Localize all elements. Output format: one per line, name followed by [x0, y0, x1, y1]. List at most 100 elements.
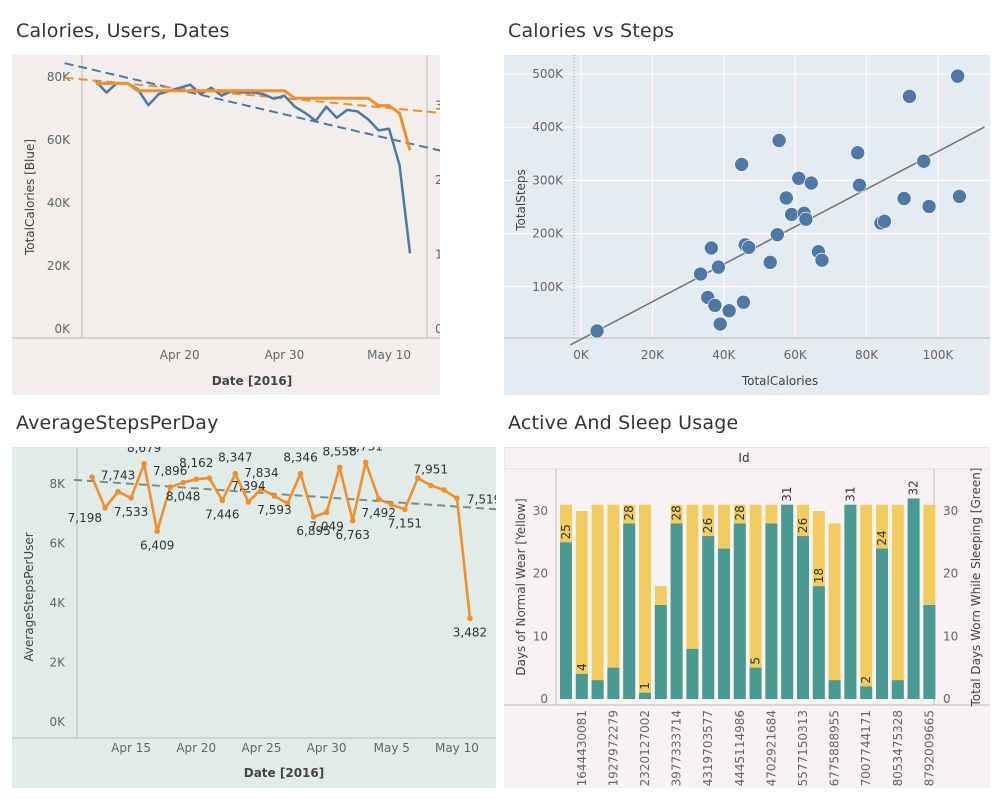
x-tick-label: 60K [784, 348, 808, 362]
scatter-point [850, 145, 865, 161]
steps-point [232, 470, 239, 477]
category-label: 5577150313 [796, 710, 810, 786]
y-tick-label: 2K [49, 656, 66, 670]
sleep-wear-bar [607, 667, 620, 699]
y2-tick-label: 20 [943, 567, 958, 581]
y2-tick-label: 0 [435, 322, 440, 336]
scatter-point [771, 133, 787, 148]
scatter-point [721, 303, 737, 319]
x-tick-label: 40K [712, 348, 736, 362]
scatter-point [791, 170, 807, 186]
data-label: 8,346 [283, 451, 317, 465]
steps-point [141, 460, 147, 467]
steps-point [402, 506, 408, 513]
sleep-wear-bar [654, 605, 667, 699]
active-and-sleep-usage-chart: Id 0 10 20 30 0 10 20 30 Days of Normal Wear [Yel… [504, 447, 990, 788]
bar-data-label: 31 [843, 486, 857, 501]
x-tick-label: May 10 [367, 348, 411, 362]
y-axis-title: TotalSteps [514, 169, 528, 232]
sleep-wear-bar [718, 548, 730, 699]
bar-data-label: 18 [812, 568, 826, 583]
y-tick-label: 0K [49, 715, 66, 729]
scatter-point [711, 259, 726, 275]
y-tick-label: 60K [47, 133, 71, 147]
steps-point [219, 497, 226, 504]
category-label: 4319703577 [701, 710, 715, 786]
scatter-point [741, 240, 757, 255]
bar-data-label: 25 [559, 524, 573, 539]
steps-point [89, 474, 95, 480]
data-label: 7,743 [101, 469, 135, 483]
normal-wear-bar [591, 504, 604, 699]
panel-title-active-and-sleep-usage: Active And Sleep Usage [508, 412, 739, 434]
category-label: 4702921684 [764, 710, 778, 786]
scatter-point [712, 316, 728, 332]
y-tick-label: 400K [532, 120, 564, 134]
sleep-wear-bar [876, 548, 888, 699]
data-label: 6,409 [140, 538, 174, 552]
x-tick-label: 100K [923, 348, 955, 362]
scatter-point [734, 157, 749, 172]
category-label: 3977333714 [670, 710, 684, 786]
y-tick-label: 80K [47, 70, 71, 84]
plot-background [504, 55, 990, 395]
scatter-point [803, 175, 819, 191]
y-axis-title: Days of Normal Wear [Yellow] [514, 498, 528, 675]
bar-data-label: 1 [638, 682, 652, 690]
y-tick-label: 0K [54, 322, 71, 336]
calories-users-dates-chart: 0K 20K 40K 60K 80K 0 10 20 30 Apr 20 Apr 30 May 10 D… [12, 55, 440, 395]
bar-data-label: 31 [780, 486, 794, 501]
sleep-wear-bar [797, 536, 809, 699]
scatter-point [704, 240, 719, 256]
scatter-point [798, 211, 814, 227]
bar-data-label: 32 [907, 480, 921, 495]
sleep-wear-bar [812, 586, 825, 699]
sleep-wear-bar [860, 686, 873, 699]
x-tick-label: 80K [855, 348, 879, 362]
scatter-point [852, 177, 867, 193]
steps-point [193, 476, 200, 482]
data-label: 8,162 [179, 456, 213, 470]
bar-data-label: 28 [622, 505, 636, 520]
data-label: 7,951 [414, 462, 448, 476]
steps-point [467, 615, 473, 622]
sleep-wear-bar [623, 523, 636, 699]
sleep-wear-bar [828, 680, 841, 699]
normal-wear-bar [891, 504, 904, 699]
category-label: 8053475328 [891, 710, 905, 786]
steps-point [297, 470, 304, 477]
steps-point [428, 482, 434, 489]
y2-tick-label: 30 [943, 504, 958, 518]
data-label: 7,151 [388, 516, 422, 530]
steps-point [362, 459, 369, 466]
sleep-wear-bar [749, 667, 762, 699]
steps-point [323, 509, 330, 516]
average-steps-per-day-chart: 0K 2K 4K 6K 8K Apr 15 Apr 20 Apr 25 Apr 30 May 5 M… [12, 447, 496, 788]
data-label: 7,519 [467, 492, 496, 506]
bar-data-label: 26 [701, 518, 715, 533]
y-tick-label: 30 [533, 504, 548, 518]
y2-tick-label: 30 [435, 99, 440, 113]
x-axis-title: TotalCalories [741, 374, 818, 388]
scatter-point [762, 255, 778, 270]
y-axis-title: TotalCalories [Blue] [23, 139, 37, 256]
category-label: 7007744171 [859, 710, 873, 786]
data-label: 8,347 [218, 451, 252, 465]
y2-tick-label: 0 [943, 692, 951, 706]
y-axis-title: AverageStepsPerUser [22, 532, 36, 661]
x-tick-label: Apr 20 [176, 741, 216, 755]
scatter-point [950, 68, 965, 84]
steps-point [206, 475, 213, 481]
data-label: 7,593 [257, 503, 291, 517]
steps-point [375, 496, 382, 502]
x-tick-label: 20K [641, 348, 665, 362]
panel-title-calories-users-dates: Calories, Users, Dates [16, 20, 230, 42]
y2-tick-label: 10 [943, 629, 958, 643]
x-tick-label: Apr 30 [307, 741, 347, 755]
normal-wear-bar [639, 504, 651, 699]
scatter-point [902, 89, 917, 104]
scatter-point [952, 189, 967, 204]
steps-point [180, 479, 187, 486]
bar-data-label: 5 [749, 657, 763, 665]
y2-tick-label: 20 [435, 173, 440, 187]
